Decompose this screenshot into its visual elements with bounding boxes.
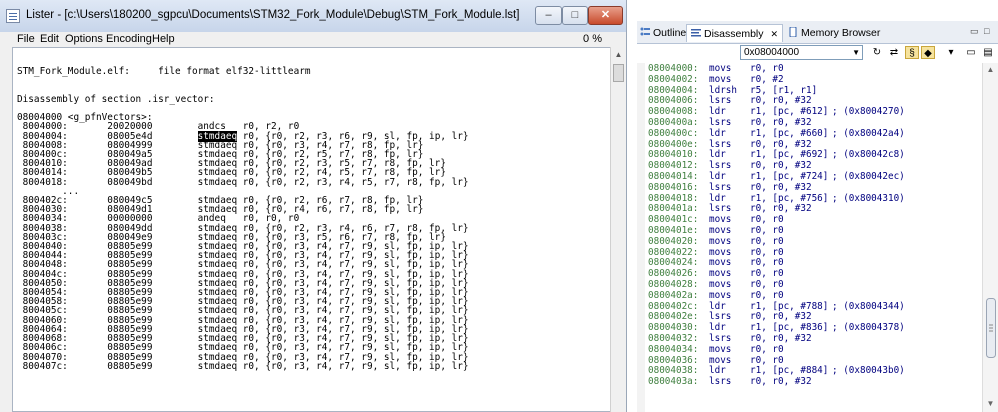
new-view-icon[interactable]: ▭: [964, 46, 978, 59]
instruction-mnemonic: lsrs: [709, 376, 732, 388]
symbols-icon[interactable]: ◆: [921, 46, 935, 59]
lister-vertical-scrollbar[interactable]: ▲: [610, 47, 626, 412]
instruction-comment: ; (0x8004310): [832, 192, 905, 204]
maximize-button[interactable]: □: [562, 6, 588, 25]
instruction-address: 0800403a:: [648, 376, 699, 388]
instruction-comment: ; (0x8004270): [832, 106, 905, 118]
link-icon[interactable]: ⇄: [887, 46, 901, 59]
instruction-address: 0800402a:: [648, 289, 699, 301]
instruction-address: 08004020:: [648, 235, 699, 247]
menu-edit[interactable]: Edit: [40, 33, 59, 45]
listing-line: Disassembly of section .isr_vector:: [17, 93, 215, 105]
listing-line: STM_Fork_Module.elf: file format elf32-l…: [17, 66, 311, 78]
layout-icon[interactable]: ▤: [981, 46, 995, 59]
lister-app-icon: [6, 9, 20, 23]
instruction-operands: r0, r0: [750, 289, 784, 301]
instruction-comment: ; (0x80042c8): [832, 149, 905, 161]
disassembly-icon: [691, 26, 701, 37]
minimize-view-icon[interactable]: ▭: [970, 26, 979, 37]
scroll-up-arrow-icon[interactable]: ▲: [983, 65, 998, 74]
instruction-address: 08004016:: [648, 181, 699, 193]
memory-browser-icon: [788, 25, 798, 38]
menu-options[interactable]: Options: [65, 33, 103, 45]
lister-text-area[interactable]: STM_Fork_Module.elf: file format elf32-l…: [12, 47, 612, 412]
lister-window-title: Lister - [c:\Users\180200_sgpcu\Document…: [26, 9, 520, 21]
scroll-percent: 0 %: [583, 33, 602, 45]
menu-icon[interactable]: ▾: [944, 46, 958, 59]
lister-text: STM_Fork_Module.elf: file format elf32-l…: [17, 58, 469, 371]
instruction-comment: ; (0x80042ec): [832, 171, 905, 182]
instruction-operands: r1, [pc, #660]: [750, 127, 829, 139]
scroll-down-arrow-icon[interactable]: ▼: [983, 399, 998, 408]
close-tab-icon[interactable]: ✕: [770, 29, 778, 39]
close-button[interactable]: ✕: [588, 6, 623, 25]
address-combo[interactable]: 0x08004000 ▼: [740, 45, 863, 60]
minimize-button[interactable]: –: [535, 6, 562, 25]
tab-disassembly[interactable]: Disassembly ✕: [686, 24, 783, 42]
instruction-mnemonic: ldr: [709, 127, 726, 139]
address-input[interactable]: 0x08004000: [744, 47, 799, 58]
scrollbar-thumb[interactable]: [986, 298, 996, 358]
maximize-view-icon[interactable]: □: [984, 26, 989, 36]
scrollbar-thumb[interactable]: [613, 64, 624, 82]
source-icon[interactable]: §: [905, 46, 919, 59]
instruction-address: 0800400c:: [648, 127, 699, 139]
menu-help[interactable]: Help: [152, 33, 175, 45]
tab-outline[interactable]: Outline: [640, 24, 686, 42]
tab-memory-browser[interactable]: Memory Browser: [788, 24, 880, 42]
disassembly-vertical-scrollbar[interactable]: ▲ ▼: [982, 63, 998, 412]
instruction-address: 08004034:: [648, 343, 699, 355]
lister-window: Lister - [c:\Users\180200_sgpcu\Document…: [0, 0, 627, 412]
listing-line: 800407c: 08805e99 stmdaeq r0, {r0, r3, r…: [17, 360, 469, 372]
instruction-operands: r0, r0, #32: [750, 181, 812, 193]
view-tab-bar: Outline Disassembly ✕ Memory Browser ▭ □: [637, 21, 998, 44]
instruction-mnemonic: movs: [709, 289, 732, 301]
instruction-mnemonic: lsrs: [709, 181, 732, 193]
listing-line: 8004018: 080049bd stmdaeq r0, {r0, r2, r…: [17, 176, 469, 188]
refresh-icon[interactable]: ↻: [870, 46, 884, 59]
disassembly-panel: Outline Disassembly ✕ Memory Browser ▭ □…: [637, 21, 998, 412]
instruction-mnemonic: movs: [709, 343, 732, 355]
left-ruler: [637, 63, 645, 412]
instruction-operands: r0, r0, #32: [750, 376, 812, 388]
instruction-comment: ; (0x80042a4): [832, 127, 905, 139]
lister-titlebar[interactable]: Lister - [c:\Users\180200_sgpcu\Document…: [0, 0, 626, 33]
instruction-operands: r0, r0: [750, 235, 784, 247]
instruction-comment: ; (0x8004344): [832, 300, 905, 312]
instruction-comment: ; (0x80043b0): [832, 365, 905, 377]
lister-menubar: File Edit Options Encoding Help 0 %: [0, 32, 626, 46]
instruction-comment: ; (0x8004378): [832, 322, 905, 334]
outline-icon: [640, 25, 650, 36]
disassembly-toolbar: 0x08004000 ▼ ↻ ⇄ § ◆ ▾ ▭ ▤: [637, 44, 998, 62]
chevron-down-icon[interactable]: ▼: [852, 46, 860, 59]
instruction-address: 08004002:: [648, 73, 699, 85]
instruction-operands: r0, #2: [750, 73, 784, 85]
scroll-up-arrow-icon[interactable]: ▲: [611, 47, 626, 63]
menu-encoding[interactable]: Encoding: [106, 33, 152, 45]
menu-file[interactable]: File: [17, 33, 35, 45]
instruction-operands: r0, r0: [750, 343, 784, 355]
instruction-mnemonic: movs: [709, 235, 732, 247]
disassembly-code-area[interactable]: 08004000: movs r0, r0 08004002: movs r0, #2 08…: [637, 63, 982, 412]
instruction-mnemonic: movs: [709, 73, 732, 85]
